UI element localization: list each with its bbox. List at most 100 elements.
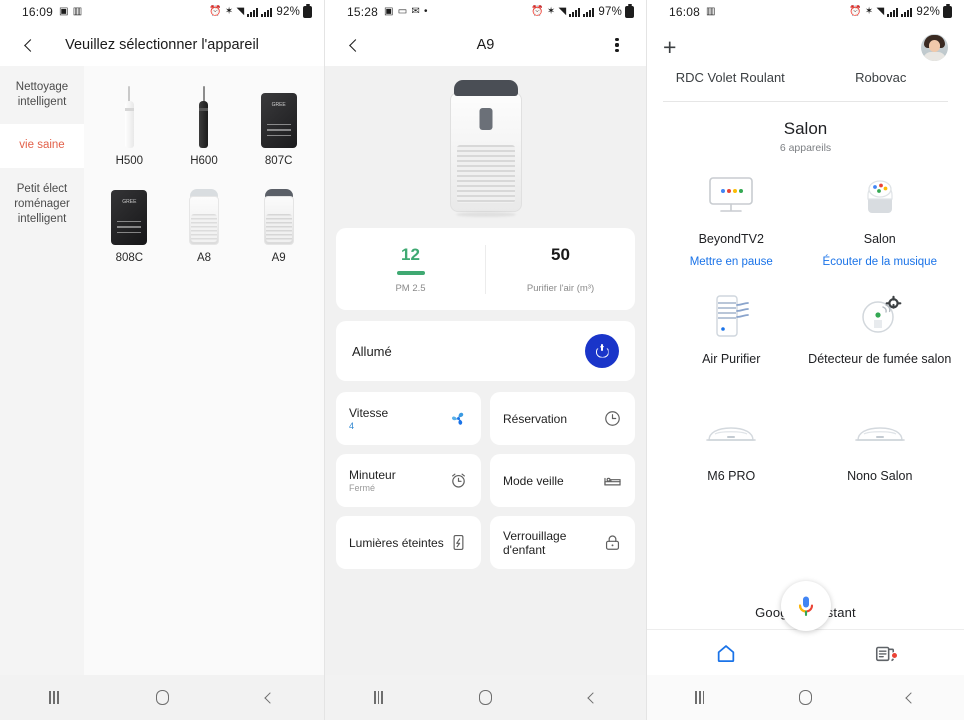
vibrate-icon: ▥	[706, 6, 716, 17]
sysnav-home-button[interactable]	[108, 690, 216, 705]
sysnav-recents-button[interactable]	[647, 691, 753, 704]
shortcut-robovac[interactable]: Robovac	[806, 70, 957, 85]
tile-mode-veille[interactable]: Mode veille	[490, 454, 635, 507]
air-quality-stats-card: 12 PM 2.5 50 Purifier l'air (m³)	[336, 228, 635, 310]
device-card-807c[interactable]: GREE 807C	[241, 80, 316, 167]
device-art-toothbrush-white	[124, 80, 134, 148]
control-tiles-grid: Vitesse 4 Réservation Minuteur Fermé Mod…	[325, 392, 646, 569]
display-off-icon	[449, 533, 468, 552]
more-options-button[interactable]	[604, 32, 630, 58]
tile-label: Lumières éteintes	[349, 535, 444, 550]
category-rail: Nettoyage intelligent vie saine Petit él…	[0, 66, 84, 675]
device-card-a8[interactable]: A8	[167, 177, 242, 264]
sysnav-home-button[interactable]	[753, 690, 859, 705]
alarm-icon: ⏰	[849, 6, 862, 17]
page-title: Veuillez sélectionner l'appareil	[65, 37, 259, 53]
power-toggle-button[interactable]	[585, 334, 619, 368]
device-title: A9	[476, 37, 495, 53]
home-icon	[718, 644, 735, 662]
tile-verrouillage-enfant[interactable]: Verrouillage d'enfant	[490, 516, 635, 569]
device-card-nono-salon[interactable]: Nono Salon	[806, 405, 955, 491]
device-card-m6-pro[interactable]: M6 PRO	[657, 405, 806, 491]
clock-icon	[603, 409, 622, 428]
device-art-purifier-black: GREE	[260, 80, 297, 148]
device-row-3: M6 PRO Nono Salon	[647, 373, 964, 491]
stat-value: 50	[551, 245, 570, 264]
bottom-nav-home[interactable]	[647, 642, 806, 664]
assistant-and-nav: Google Assistant	[647, 581, 964, 675]
tile-reservation[interactable]: Réservation	[490, 392, 635, 445]
device-action-link[interactable]: Écouter de la musique	[823, 256, 937, 268]
back-icon	[349, 38, 362, 52]
app-bar-1: Veuillez sélectionner l'appareil	[0, 24, 324, 66]
device-grid-area: H500 H600 GREE 807C GREE 808C A8 A9	[84, 66, 324, 675]
sysnav-back-button[interactable]	[539, 691, 646, 704]
tile-label: Vitesse	[349, 406, 389, 420]
device-card-h600[interactable]: H600	[167, 80, 242, 167]
wifi-icon: ◥	[876, 6, 885, 17]
device-label: A8	[196, 252, 212, 264]
category-item-petit-electromenager[interactable]: Petit élect roménager intelligent	[0, 167, 84, 242]
screen-icon: ▭	[397, 6, 408, 17]
recents-icon	[695, 691, 705, 704]
home-icon	[799, 690, 812, 705]
system-nav-bar-1	[0, 675, 324, 720]
power-icon	[596, 343, 609, 358]
back-icon	[905, 691, 917, 704]
device-art-purifier-black-2: GREE	[111, 177, 148, 245]
device-card-h500[interactable]: H500	[92, 80, 167, 167]
picker-body: Nettoyage intelligent vie saine Petit él…	[0, 66, 324, 675]
sysnav-home-button[interactable]	[432, 690, 539, 705]
device-card-beyondtv2[interactable]: BeyondTV2 Mettre en pause	[657, 168, 806, 274]
tile-label: Mode veille	[503, 473, 564, 488]
more-options-icon	[615, 37, 619, 53]
sysnav-recents-button[interactable]	[325, 691, 432, 704]
tile-lumieres-eteintes[interactable]: Lumières éteintes	[336, 516, 481, 569]
device-card-a9[interactable]: A9	[241, 177, 316, 264]
device-action-link[interactable]: Mettre en pause	[690, 256, 773, 268]
device-label: BeyondTV2	[698, 232, 764, 246]
dot-icon: •	[423, 6, 428, 17]
sysnav-back-button[interactable]	[858, 691, 964, 704]
sysnav-recents-button[interactable]	[0, 691, 108, 704]
device-label: Salon	[863, 232, 896, 246]
tile-label: Verrouillage d'enfant	[503, 528, 567, 557]
shortcut-rdc-volet-roulant[interactable]: RDC Volet Roulant	[655, 70, 806, 85]
tile-vitesse[interactable]: Vitesse 4	[336, 392, 481, 445]
add-device-button[interactable]: +	[663, 35, 676, 59]
avatar[interactable]	[921, 33, 948, 61]
tile-minuteur[interactable]: Minuteur Fermé	[336, 454, 481, 507]
wifi-icon: ◥	[558, 6, 567, 17]
tile-sub: 4	[349, 421, 355, 431]
assistant-mic-button[interactable]	[780, 581, 831, 631]
tv-icon	[706, 168, 756, 224]
power-card: Allumé	[336, 321, 635, 381]
device-art-purifier-a8	[188, 177, 219, 245]
device-card-air-purifier[interactable]: Air Purifier	[657, 288, 806, 374]
fan-speed-icon	[449, 409, 468, 428]
device-card-salon-speaker[interactable]: Salon Écouter de la musique	[806, 168, 955, 274]
alarm-icon: ⏰	[531, 6, 544, 17]
category-item-nettoyage[interactable]: Nettoyage intelligent	[0, 66, 84, 125]
bottom-nav-feed[interactable]	[806, 642, 964, 664]
signal-icon	[569, 7, 581, 17]
device-card-808c[interactable]: GREE 808C	[92, 177, 167, 264]
alarm-icon: ⏰	[209, 6, 222, 17]
back-button[interactable]	[16, 32, 42, 58]
system-nav-bar-3	[647, 675, 964, 720]
notification-badge	[890, 651, 898, 659]
signal-icon-2	[901, 7, 913, 17]
room-section: Salon 6 appareils BeyondTV2 Mettre en pa…	[647, 102, 964, 595]
home-top-bar: +	[647, 24, 964, 70]
back-button[interactable]	[341, 32, 367, 58]
stat-purified-air: 50 Purifier l'air (m³)	[485, 245, 635, 294]
child-lock-icon	[603, 533, 622, 552]
status-left-icons: ▣ ▥	[59, 7, 82, 17]
category-item-vie-saine[interactable]: vie saine	[0, 124, 84, 168]
battery-icon	[303, 4, 312, 18]
status-time: 16:08	[669, 5, 701, 19]
sysnav-back-button[interactable]	[216, 691, 324, 704]
device-label: 807C	[264, 155, 293, 167]
phone-screen-device-picker: 16:09 ▣ ▥ ⏰ ✶ ◥ 92% Veuillez sélectionne…	[0, 0, 325, 720]
device-card-smoke-detector[interactable]: Détecteur de fumée salon	[806, 288, 955, 374]
